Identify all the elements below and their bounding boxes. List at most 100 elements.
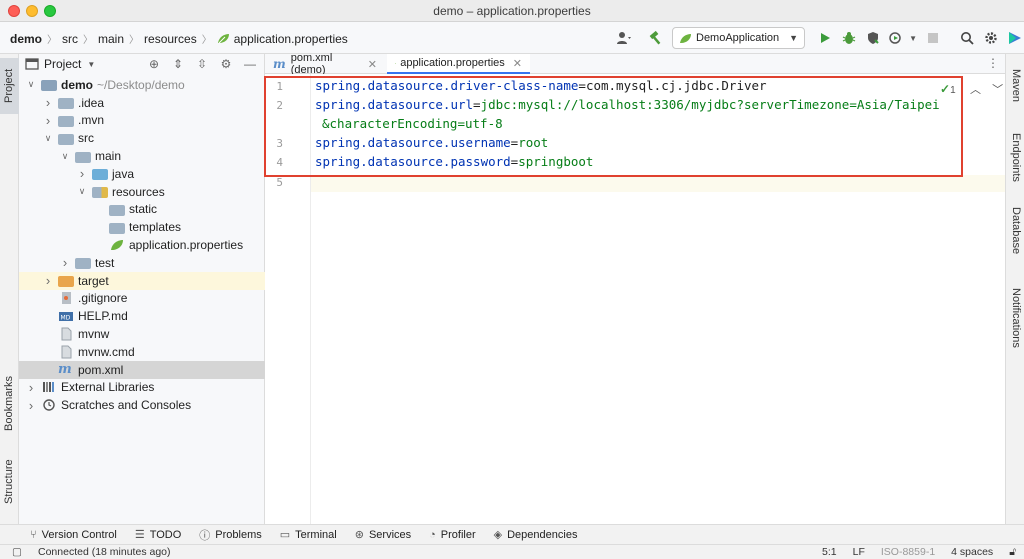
tab-pom-xml[interactable]: m pom.xml (demo) ✕ — [265, 52, 385, 76]
property-value: &characterEncoding=utf-8 — [322, 116, 503, 131]
tree-item-resources[interactable]: ∨ resources — [19, 183, 265, 201]
tree-item-src[interactable]: ∨ src — [19, 129, 265, 147]
more-vertical-icon[interactable]: ⋮ — [987, 56, 999, 70]
module-folder-icon — [41, 80, 57, 92]
gear-icon[interactable]: ⚙ — [218, 56, 234, 72]
chevron-right-icon[interactable]: › — [25, 398, 37, 413]
maven-m-icon: m — [58, 361, 72, 377]
tree-item-demo[interactable]: ∨ demo ~/Desktop/demo — [19, 76, 265, 94]
project-panel: Project ▼ ⊕ ⇕ ⇳ ⚙ — ∨ demo ~/Desktop/demo ›… — [19, 54, 265, 524]
run-configuration-selector[interactable]: DemoApplication ▼ — [672, 27, 806, 49]
chevron-right-icon[interactable]: › — [42, 273, 54, 288]
text-file-icon — [61, 345, 72, 359]
tool-tab-maven[interactable]: Maven — [1006, 58, 1024, 114]
tree-item-mvn[interactable]: › .mvn — [19, 112, 265, 130]
chevron-right-icon[interactable]: › — [42, 95, 54, 110]
tool-terminal[interactable]: ▭ Terminal — [280, 528, 337, 542]
caret-position[interactable]: 5:1 — [822, 546, 837, 559]
chevron-right-icon[interactable]: › — [25, 380, 37, 395]
profiler-run-icon[interactable] — [887, 28, 907, 48]
title-bar: demo – application.properties — [0, 0, 1024, 22]
folder-icon — [109, 222, 125, 234]
breadcrumb-item-main[interactable]: main — [98, 32, 124, 46]
tool-version-control[interactable]: ⑂ Version Control — [30, 529, 117, 541]
property-value: com.mysql.cj.jdbc.Driver — [585, 78, 767, 93]
tab-application-properties[interactable]: application.properties ✕ — [387, 54, 530, 74]
chevron-right-icon[interactable]: › — [42, 113, 54, 128]
debug-bug-icon[interactable] — [839, 28, 859, 48]
tree-item-templates[interactable]: templates — [19, 218, 265, 236]
tool-services[interactable]: ⊛ Services — [354, 528, 411, 542]
tree-item-scratches-and-consoles[interactable]: › Scratches and Consoles — [19, 396, 265, 414]
coverage-shield-icon[interactable] — [863, 28, 883, 48]
breadcrumb-item-demo[interactable]: demo — [10, 32, 42, 46]
chevron-down-icon[interactable]: ▼ — [907, 28, 919, 48]
indent-setting[interactable]: 4 spaces — [951, 546, 993, 559]
inspection-widget[interactable]: ✓1 — [940, 82, 956, 96]
breadcrumb-item-src[interactable]: src — [62, 32, 78, 46]
user-icon[interactable] — [614, 28, 634, 48]
tree-item-gitignore[interactable]: .gitignore — [19, 290, 265, 308]
tool-todo[interactable]: ☰ TODO — [134, 528, 181, 542]
tool-label: Version Control — [41, 528, 117, 541]
chevron-down-icon[interactable]: ﹀ — [992, 84, 1003, 96]
chevron-down-icon[interactable]: ∨ — [42, 133, 54, 144]
tool-tab-structure[interactable]: Structure — [0, 454, 19, 510]
svg-text:MD: MD — [61, 315, 71, 322]
locate-crosshair-icon[interactable]: ⊕ — [146, 56, 162, 72]
toggle-tool-windows-icon[interactable]: ▢ — [12, 546, 22, 558]
breadcrumb-item-application-properties[interactable]: application.properties — [234, 32, 348, 46]
jetbrains-toolbox-icon[interactable] — [1005, 28, 1024, 48]
close-icon[interactable]: ✕ — [368, 58, 377, 71]
lock-icon[interactable]: 🔓︎ — [1009, 546, 1016, 559]
tree-item-application-properties[interactable]: application.properties — [19, 236, 265, 254]
tree-item-target[interactable]: › target — [19, 271, 265, 290]
close-icon[interactable]: ✕ — [513, 57, 522, 70]
chevron-down-icon[interactable]: ∨ — [59, 151, 71, 162]
expand-all-icon[interactable]: ⇕ — [170, 56, 186, 72]
tree-item-pom-xml[interactable]: m pom.xml — [19, 360, 265, 379]
services-icon: ⊛ — [354, 529, 364, 541]
chevron-down-icon[interactable]: ▼ — [87, 60, 95, 69]
tree-item-mvnw[interactable]: mvnw — [19, 325, 265, 343]
stop-icon[interactable] — [923, 28, 943, 48]
breadcrumb-item-resources[interactable]: resources — [144, 32, 197, 46]
folder-icon — [75, 151, 91, 163]
chevron-right-icon[interactable]: › — [76, 166, 88, 181]
tool-dependencies[interactable]: ◈ Dependencies — [494, 528, 578, 542]
chevron-up-icon[interactable]: ︿ — [970, 84, 981, 96]
list-icon: ☰ — [134, 529, 145, 541]
hide-panel-icon[interactable]: — — [242, 56, 258, 72]
tree-item-idea[interactable]: › .idea — [19, 94, 265, 112]
property-value: springboot — [518, 154, 594, 169]
file-encoding[interactable]: ISO-8859-1 — [881, 546, 935, 559]
tree-item-label: .mvn — [78, 113, 105, 128]
gear-icon[interactable] — [981, 28, 1001, 48]
line-separator[interactable]: LF — [853, 546, 865, 559]
project-panel-header: Project ▼ ⊕ ⇕ ⇳ ⚙ — — [19, 54, 264, 74]
tree-item-static[interactable]: static — [19, 201, 265, 219]
tool-tab-database[interactable]: Database — [1006, 200, 1024, 262]
tool-profiler[interactable]: ◔ Profiler — [429, 529, 476, 541]
chevron-down-icon[interactable]: ∨ — [76, 186, 88, 197]
chevron-right-icon: 〉 — [83, 35, 94, 46]
tool-problems[interactable]: ⓘ Problems — [199, 527, 261, 543]
code-editor[interactable]: 1 2 3 4 5 spring.datasource.driver-class… — [265, 74, 1005, 524]
build-hammer-icon[interactable] — [646, 28, 666, 48]
project-view-selector[interactable]: Project — [44, 57, 81, 71]
collapse-all-icon[interactable]: ⇳ — [194, 56, 210, 72]
chevron-right-icon[interactable]: › — [59, 255, 71, 270]
tool-tab-bookmarks[interactable]: Bookmarks — [0, 368, 19, 438]
tree-item-help-md[interactable]: MD HELP.md — [19, 307, 265, 325]
chevron-down-icon[interactable]: ∨ — [25, 79, 37, 90]
tree-item-test[interactable]: › test — [19, 254, 265, 272]
tree-item-java[interactable]: › java — [19, 165, 265, 183]
search-icon[interactable] — [957, 28, 977, 48]
tool-tab-notifications[interactable]: Notifications — [1006, 276, 1024, 360]
run-icon[interactable] — [815, 28, 835, 48]
tree-item-external-libraries[interactable]: › External Libraries — [19, 379, 265, 397]
tree-item-mvnw-cmd[interactable]: mvnw.cmd — [19, 343, 265, 361]
tool-tab-endpoints[interactable]: Endpoints — [1006, 124, 1024, 190]
tool-tab-project[interactable]: Project — [0, 58, 19, 114]
tree-item-main[interactable]: ∨ main — [19, 147, 265, 165]
